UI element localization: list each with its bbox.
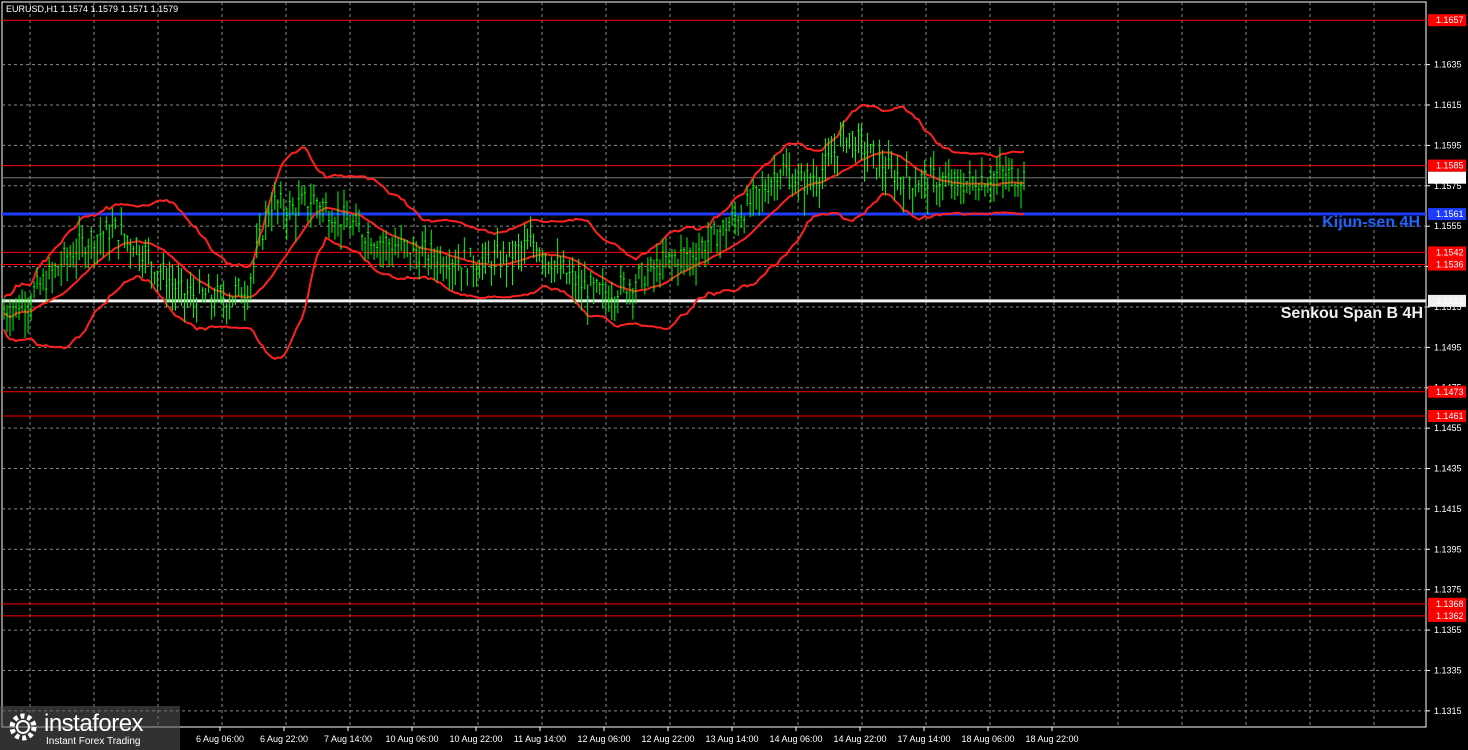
symbol-header: EURUSD,H1 1.1574 1.1579 1.1571 1.1579	[6, 4, 179, 14]
x-tick-label: 17 Aug 14:00	[897, 734, 950, 744]
x-tick-label: 13 Aug 14:00	[705, 734, 758, 744]
y-tick-label: 1.1635	[1434, 60, 1462, 70]
y-tick-label: 1.1455	[1434, 423, 1462, 433]
y-tick-label: 1.1335	[1434, 665, 1462, 675]
level-label: 1.1542	[1436, 247, 1464, 257]
x-tick-label: 6 Aug 06:00	[196, 734, 244, 744]
x-tick-label: 14 Aug 06:00	[769, 734, 822, 744]
senkou-span-label: Senkou Span B 4H	[1280, 305, 1423, 322]
horizontal-levels	[2, 19, 1426, 617]
x-tick-label: 18 Aug 22:00	[1025, 734, 1078, 744]
price-chart: 1.16351.16151.15951.15751.15551.15351.15…	[1, 1, 1466, 744]
instaforex-logo: instaforex Instant Forex Trading	[0, 706, 180, 750]
time-axis: 6 Aug 06:00 6 Aug 22:00 7 Aug 14:00 10 Aug …	[196, 727, 1079, 744]
level-label: 1.1657	[1436, 15, 1464, 25]
logo-name: instaforex	[44, 710, 144, 737]
y-tick-label: 1.1355	[1434, 625, 1462, 635]
level-label: 1.1473	[1436, 387, 1464, 397]
y-tick-label: 1.1395	[1434, 544, 1462, 554]
x-tick-label: 12 Aug 22:00	[641, 734, 694, 744]
kijun-sen-price: 1.1561	[1436, 209, 1464, 219]
current-price-label: 1.1579	[1436, 173, 1464, 183]
y-tick-label: 1.1375	[1434, 585, 1462, 595]
x-tick-label: 6 Aug 22:00	[260, 734, 308, 744]
x-tick-label: 10 Aug 22:00	[449, 734, 502, 744]
x-tick-label: 11 Aug 14:00	[514, 734, 566, 744]
level-label: 1.1362	[1436, 611, 1464, 621]
level-label: 1.1368	[1436, 599, 1464, 609]
level-label: 1.1585	[1436, 161, 1464, 171]
kijun-sen-label: Kijun-sen 4H	[1322, 214, 1420, 231]
y-tick-label: 1.1435	[1434, 464, 1462, 474]
x-tick-label: 10 Aug 06:00	[385, 734, 438, 744]
x-tick-label: 7 Aug 14:00	[324, 734, 372, 744]
x-tick-label: 12 Aug 06:00	[577, 734, 630, 744]
y-tick-label: 1.1495	[1434, 342, 1462, 352]
senkou-span-price: 1.1518	[1436, 296, 1464, 306]
band-upper	[3, 103, 1025, 298]
x-tick-label: 14 Aug 22:00	[833, 734, 886, 744]
indicator-bands	[3, 103, 1025, 361]
chart-grid	[1, 1, 1427, 728]
y-tick-label: 1.1615	[1434, 100, 1462, 110]
level-label: 1.1461	[1436, 411, 1464, 421]
logo-tagline: Instant Forex Trading	[46, 736, 141, 747]
gear-icon	[9, 713, 37, 741]
plot-frame	[1, 1, 1427, 728]
y-tick-label: 1.1555	[1434, 221, 1462, 231]
x-tick-label: 18 Aug 06:00	[961, 734, 1014, 744]
y-tick-label: 1.1595	[1434, 140, 1462, 150]
level-label: 1.1536	[1436, 260, 1464, 270]
y-tick-label: 1.1415	[1434, 504, 1462, 514]
y-tick-label: 1.1315	[1434, 706, 1462, 716]
